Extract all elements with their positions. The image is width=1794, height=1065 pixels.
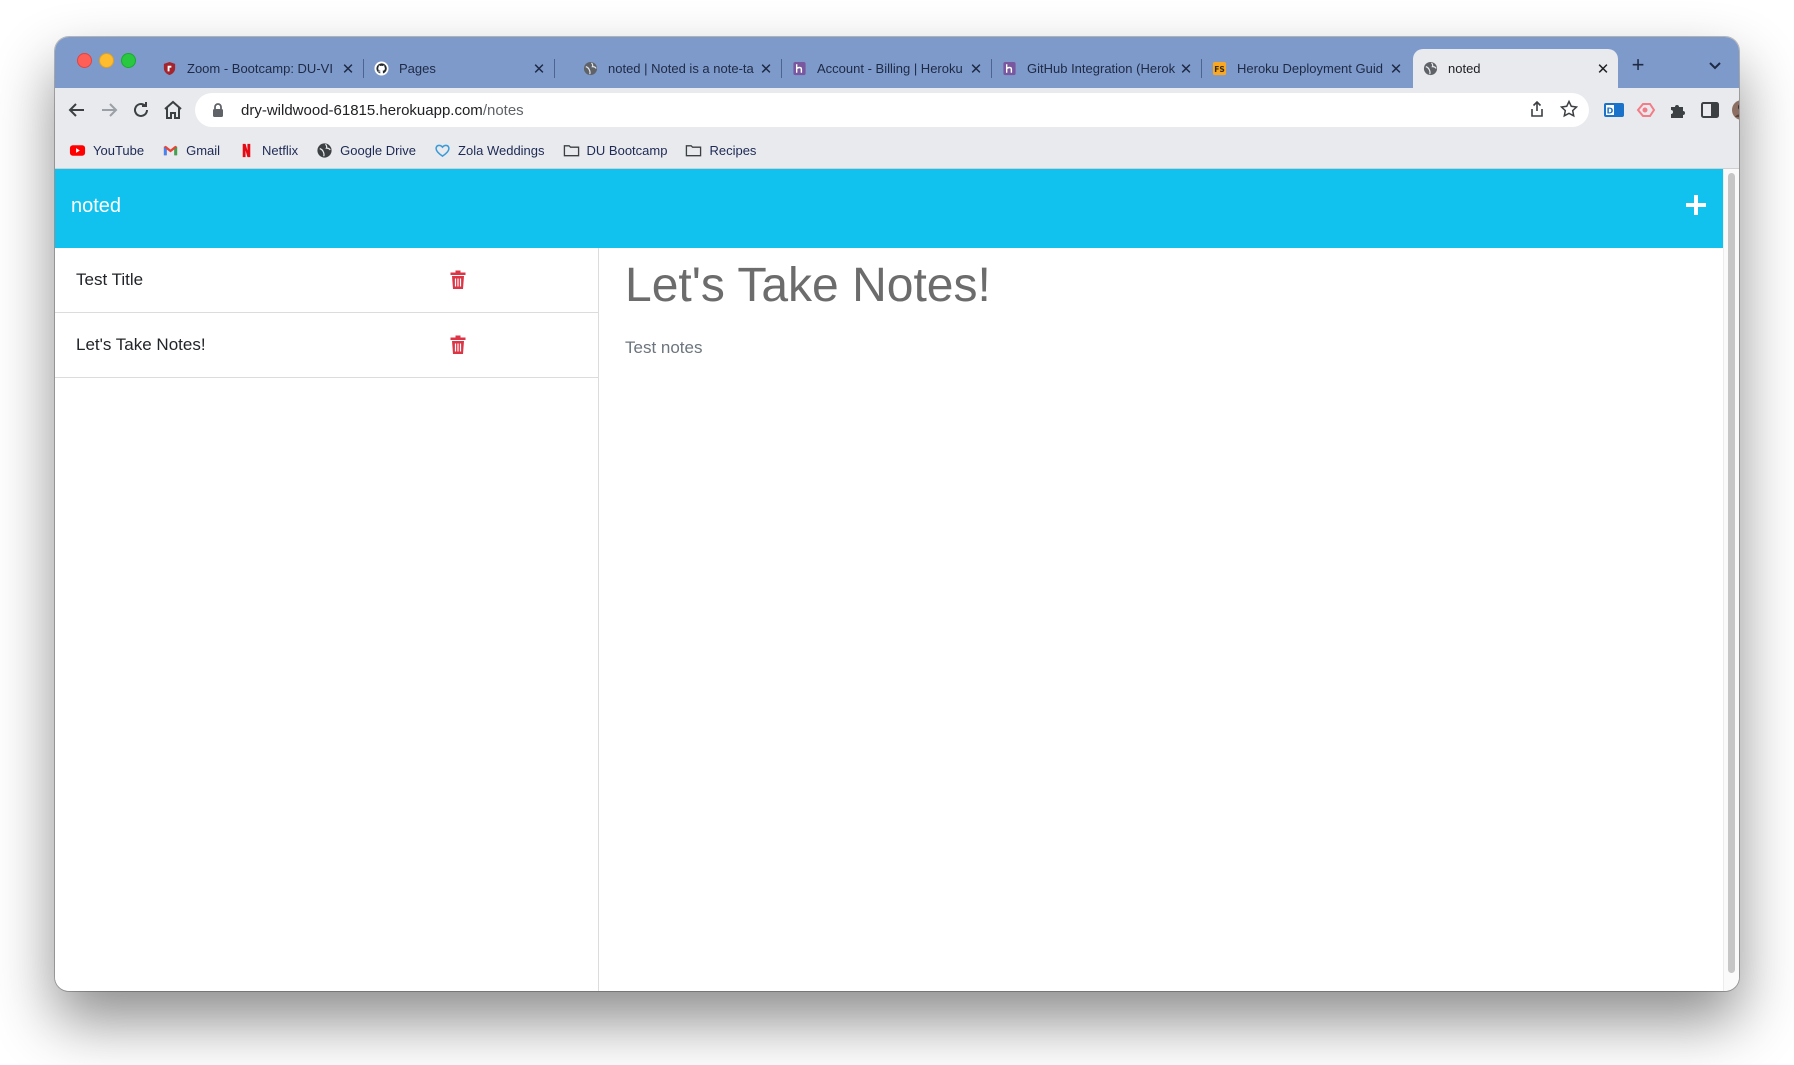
reload-icon[interactable] (129, 98, 153, 122)
svg-text:FS: FS (1214, 65, 1225, 74)
extension-d-icon[interactable]: D (1602, 98, 1626, 122)
tab-pages[interactable]: Pages ✕ (364, 49, 555, 88)
page-scrollbar[interactable] (1723, 169, 1739, 991)
globe-icon (1423, 61, 1438, 76)
bookmark-label: Gmail (186, 142, 221, 158)
bookmark-star-icon[interactable] (1559, 99, 1579, 119)
zoom-shield-icon (163, 61, 176, 76)
fs-icon: FS (1212, 61, 1227, 76)
heroku-icon (793, 61, 806, 76)
maximize-window-button[interactable] (121, 53, 136, 68)
extension-record-icon[interactable] (1634, 98, 1658, 122)
close-window-button[interactable] (77, 53, 92, 68)
tab-title: noted (1448, 61, 1481, 76)
close-tab-icon[interactable]: ✕ (967, 60, 985, 78)
globe-icon (317, 142, 332, 158)
tab-title: Account - Billing | Heroku (817, 61, 963, 76)
browser-window: Zoom - Bootcamp: DU-VI ✕ Pages ✕ noted |… (55, 37, 1739, 991)
note-title[interactable]: Test Title (76, 270, 143, 290)
tab-search-chevron-icon[interactable] (1703, 53, 1727, 77)
tab-heroku-billing[interactable]: Account - Billing | Heroku ✕ (782, 49, 992, 88)
app-brand[interactable]: noted (71, 195, 121, 218)
note-title[interactable]: Let's Take Notes! (76, 335, 206, 355)
tab-zoom[interactable]: Zoom - Bootcamp: DU-VI ✕ (152, 49, 364, 88)
profile-avatar[interactable] (1730, 98, 1739, 122)
note-editor: Let's Take Notes! Test notes (599, 248, 1723, 991)
home-icon[interactable] (161, 98, 185, 122)
tab-title: Pages (399, 61, 436, 76)
scrollbar-thumb[interactable] (1728, 173, 1735, 973)
url-host: dry-wildwood-61815.herokuapp.com (241, 101, 483, 119)
heroku-icon (1003, 61, 1016, 76)
close-tab-icon[interactable]: ✕ (757, 60, 775, 78)
bookmark-du-bootcamp[interactable]: DU Bootcamp (563, 142, 668, 159)
extensions-puzzle-icon[interactable] (1666, 98, 1690, 122)
bookmark-zola[interactable]: Zola Weddings (434, 142, 545, 159)
folder-icon (686, 144, 702, 156)
note-title-field[interactable]: Let's Take Notes! (625, 258, 991, 313)
bookmark-label: Google Drive (340, 142, 417, 158)
bookmark-youtube[interactable]: YouTube (69, 142, 144, 159)
bookmark-recipes[interactable]: Recipes (685, 142, 756, 159)
bookmark-google-drive[interactable]: Google Drive (316, 142, 416, 159)
bookmark-netflix[interactable]: Netflix (238, 142, 298, 159)
app-navbar: noted (55, 169, 1723, 248)
bookmark-label: YouTube (93, 142, 145, 158)
list-item[interactable]: Let's Take Notes! (55, 313, 598, 378)
tab-noted-active[interactable]: noted ✕ (1413, 49, 1618, 88)
tab-strip: Zoom - Bootcamp: DU-VI ✕ Pages ✕ noted |… (55, 37, 1739, 88)
tab-github-integration[interactable]: GitHub Integration (Herok ✕ (992, 49, 1202, 88)
new-note-plus-icon[interactable] (1684, 193, 1708, 217)
close-tab-icon[interactable]: ✕ (1177, 60, 1195, 78)
bookmark-label: Recipes (709, 142, 757, 158)
youtube-icon (69, 144, 86, 156)
notes-list: Test Title Let's Take Notes! (55, 248, 599, 991)
bookmark-label: Zola Weddings (458, 142, 545, 158)
tab-title: GitHub Integration (Herok (1027, 61, 1176, 76)
gmail-icon (163, 145, 178, 155)
new-tab-button[interactable]: + (1624, 51, 1652, 79)
forward-arrow-icon[interactable] (97, 98, 121, 122)
tab-heroku-deployment[interactable]: FS Heroku Deployment Guid ✕ (1202, 49, 1411, 88)
netflix-icon (242, 143, 251, 157)
close-tab-icon[interactable]: ✕ (1387, 60, 1405, 78)
bookmarks-bar: YouTube Gmail Netflix Google Drive Zola … (55, 132, 1739, 169)
browser-toolbar: dry-wildwood-61815.herokuapp.com/notes D (55, 88, 1739, 132)
svg-text:D: D (1607, 107, 1614, 116)
note-text-field[interactable]: Test notes (625, 338, 703, 358)
address-bar-actions (1527, 99, 1579, 119)
side-panel-icon[interactable] (1698, 98, 1722, 122)
bookmark-label: Netflix (262, 142, 299, 158)
globe-icon (583, 61, 598, 76)
delete-note-trash-icon[interactable] (450, 270, 466, 290)
bookmark-gmail[interactable]: Gmail (162, 142, 220, 159)
tab-separator (554, 59, 555, 78)
tab-title: Zoom - Bootcamp: DU-VI (187, 61, 333, 76)
delete-note-trash-icon[interactable] (450, 335, 466, 355)
window-controls (77, 53, 136, 68)
heart-icon (435, 144, 450, 157)
lock-icon[interactable] (211, 102, 225, 118)
github-icon (374, 61, 389, 76)
back-arrow-icon[interactable] (65, 98, 89, 122)
tab-title: noted | Noted is a note-ta (608, 61, 754, 76)
close-tab-icon[interactable]: ✕ (339, 60, 357, 78)
tab-noted-readme[interactable]: noted | Noted is a note-ta ✕ (573, 49, 782, 88)
list-item[interactable]: Test Title (55, 248, 598, 313)
folder-icon (563, 144, 579, 156)
close-tab-icon[interactable]: ✕ (1594, 60, 1612, 78)
bookmark-label: DU Bootcamp (586, 142, 668, 158)
address-bar[interactable]: dry-wildwood-61815.herokuapp.com/notes (195, 93, 1589, 127)
close-tab-icon[interactable]: ✕ (530, 60, 548, 78)
page-content: noted Test Title Let's Take Notes! Let's… (55, 169, 1723, 991)
tab-title: Heroku Deployment Guid (1237, 61, 1383, 76)
share-icon[interactable] (1527, 99, 1547, 119)
minimize-window-button[interactable] (99, 53, 114, 68)
url-path: /notes (482, 101, 524, 119)
